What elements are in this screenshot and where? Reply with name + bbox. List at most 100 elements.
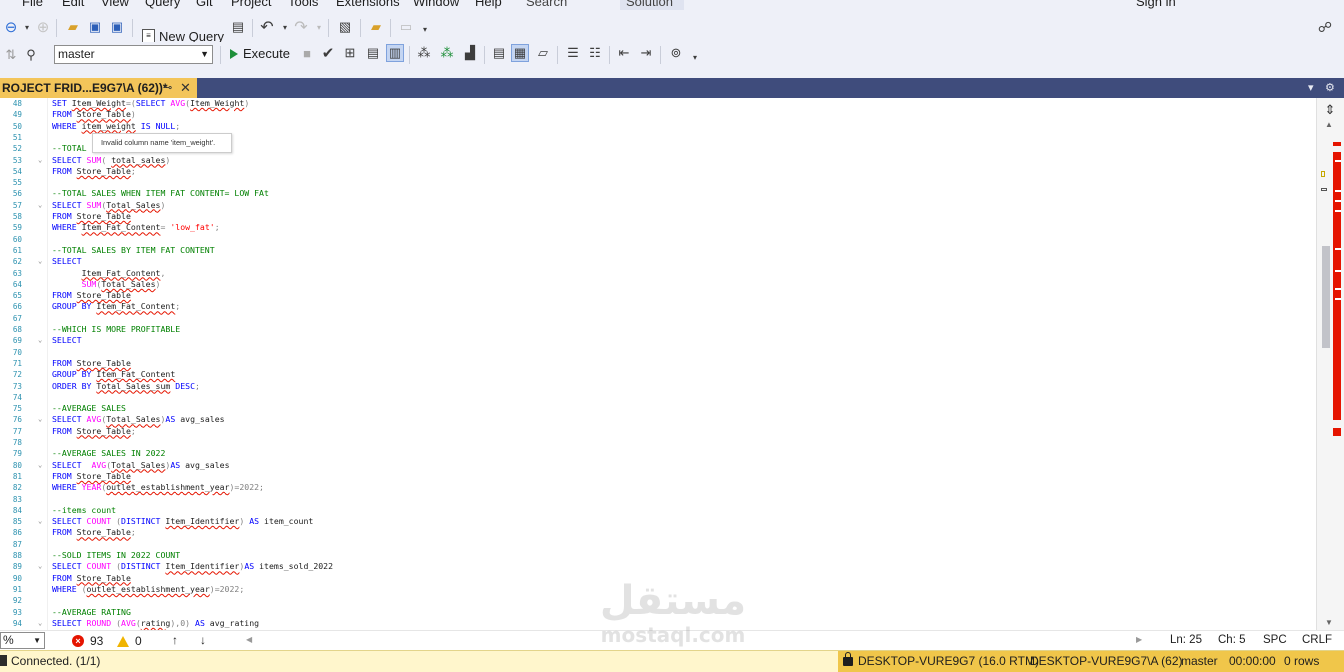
menu-extensions[interactable]: Extensions [336,0,400,9]
code-line[interactable]: 61 --TOTAL SALES BY ITEM FAT CONTENT [0,245,1316,256]
redo-icon[interactable]: ↷ [292,18,310,36]
uncomment-lines-icon[interactable]: ☷ [586,44,604,62]
parse-checkmark-icon[interactable]: ✔ [319,44,337,62]
code-line[interactable]: 58 FROM Store_Table [0,211,1316,222]
results-to-grid-icon[interactable]: ▦ [511,44,529,62]
error-count[interactable]: × 93 [72,634,103,648]
code-line[interactable]: 79 --AVERAGE SALES IN 2022 [0,448,1316,459]
feedback-icon[interactable]: ☍ [1316,18,1334,36]
code-line[interactable]: 92 [0,595,1316,606]
code-line[interactable]: 57 ⌄ SELECT SUM(Total_Sales) [0,200,1316,211]
fold-chevron-icon[interactable]: ⌄ [38,200,42,211]
change-connection-icon[interactable]: ⚲ [22,46,40,64]
zoom-select[interactable]: % ▼ [0,632,45,649]
code-line[interactable]: 84 --items count [0,505,1316,516]
toolbar-options-icon[interactable]: ▾ [686,48,704,66]
query-file-icon[interactable]: ▤ [229,18,247,36]
code-line[interactable]: 85 ⌄ SELECT COUNT (DISTINCT Item_Identifie… [0,516,1316,527]
code-line[interactable]: 73 ORDER BY Total_Sales_sum DESC; [0,381,1316,392]
results-to-text-icon[interactable]: ▤ [490,44,508,62]
fold-chevron-icon[interactable]: ⌄ [38,155,42,166]
sign-in-link[interactable]: Sign in [1136,0,1176,9]
code-line[interactable]: 91 WHERE (outlet_establishment_year)=2022… [0,584,1316,595]
display-plan-icon[interactable]: ⊞ [341,44,359,62]
code-line[interactable]: 90 FROM Store_Table [0,573,1316,584]
code-line[interactable]: 82 WHERE YEAR(outlet_establishment_year)=… [0,482,1316,493]
code-line[interactable]: 78 [0,437,1316,448]
sql-editor[interactable]: 48 SET Item_Weight=(SELECT AVG(Item_Weigh… [0,98,1316,630]
activity-monitor-icon[interactable]: ▧ [336,18,354,36]
menu-view[interactable]: View [101,0,129,9]
code-line[interactable]: 76 ⌄ SELECT AVG(Total_Sales)AS avg_sales [0,414,1316,425]
undo-icon[interactable]: ↶ [258,18,276,36]
increase-indent-icon[interactable]: ⇥ [637,44,655,62]
code-line[interactable]: 64 SUM(Total_Sales) [0,279,1316,290]
code-line[interactable]: 94 ⌄ SELECT ROUND (AVG(rating),0) AS avg_r… [0,618,1316,629]
whitespace-indicator[interactable]: SPC [1263,634,1287,646]
menu-git[interactable]: Git [196,0,213,9]
fold-chevron-icon[interactable]: ⌄ [38,618,42,629]
tab-list-dropdown-icon[interactable]: ▾ [1308,81,1314,94]
scroll-up-icon[interactable]: ▲ [1325,120,1333,129]
menu-file[interactable]: File [22,0,43,9]
cancel-query-icon[interactable]: ■ [298,44,316,62]
fold-chevron-icon[interactable]: ⌄ [38,335,42,346]
code-line[interactable]: 77 FROM Store_Table; [0,426,1316,437]
code-line[interactable]: 70 [0,347,1316,358]
code-line[interactable]: 49 FROM Store_Table) [0,109,1316,120]
menu-window[interactable]: Window [413,0,459,9]
decrease-indent-icon[interactable]: ⇤ [615,44,633,62]
fold-chevron-icon[interactable]: ⌄ [38,561,42,572]
code-line[interactable]: 74 [0,392,1316,403]
code-line[interactable]: 87 [0,539,1316,550]
database-select[interactable]: master ▼ [54,45,213,64]
solution-box[interactable]: Solution [620,0,684,10]
code-line[interactable]: 81 FROM Store_Table [0,471,1316,482]
search-box[interactable]: Search [526,0,567,9]
comment-lines-icon[interactable]: ☰ [564,44,582,62]
intellisense-icon[interactable]: ▥ [386,44,404,62]
vertical-scrollbar[interactable]: ⇕ ▲ ▼ [1316,98,1344,630]
include-plan-icon[interactable]: ⁂ [415,44,433,62]
code-line[interactable]: 83 [0,494,1316,505]
menu-project[interactable]: Project [231,0,271,9]
code-line[interactable]: 93 --AVERAGE RATING [0,607,1316,618]
code-line[interactable]: 67 [0,313,1316,324]
line-ending-indicator[interactable]: CRLF [1302,634,1332,646]
code-line[interactable]: 86 FROM Store_Table; [0,527,1316,538]
code-line[interactable]: 63 Item_Fat_Content, [0,268,1316,279]
toolbar-options-icon[interactable]: ▾ [416,20,434,38]
live-stats-icon[interactable]: ⁂ [438,44,456,62]
save-icon[interactable]: ▣ [86,18,104,36]
previous-issue-icon[interactable]: ↑ [172,633,178,647]
fold-chevron-icon[interactable]: ⌄ [38,256,42,267]
open-folder-icon[interactable]: ▰ [64,18,82,36]
code-line[interactable]: 50 WHERE item_weight IS NULL; [0,121,1316,132]
code-line[interactable]: 88 --SOLD ITEMS IN 2022 COUNT [0,550,1316,561]
code-line[interactable]: 65 FROM Store_Table [0,290,1316,301]
warning-count[interactable]: 0 [117,634,142,648]
scroll-left-icon[interactable]: ◀ [246,635,252,644]
forward-icon[interactable]: ⊕ [34,18,52,36]
code-line[interactable]: 53 ⌄ SELECT SUM( total_sales) [0,155,1316,166]
query-options-icon[interactable]: ▤ [364,44,382,62]
pin-icon[interactable]: ⊸ [163,81,172,94]
object-explorer-icon[interactable]: ▰ [367,18,385,36]
menu-tools[interactable]: Tools [288,0,318,9]
close-icon[interactable]: ✕ [180,80,191,96]
query-document-tab[interactable]: ROJECT FRID...E9G7\A (62))* ⊸ ✕ [0,78,197,98]
connect-icon[interactable]: ⇅ [2,46,20,64]
fold-chevron-icon[interactable]: ⌄ [38,414,42,425]
redo-dropdown-icon[interactable]: ▾ [310,18,328,36]
code-line[interactable]: 60 [0,234,1316,245]
code-line[interactable]: 62 ⌄ SELECT [0,256,1316,267]
execute-button[interactable]: Execute [230,46,290,61]
code-line[interactable]: 89 ⌄ SELECT COUNT (DISTINCT Item_Identifie… [0,561,1316,572]
menu-query[interactable]: Query [145,0,180,9]
save-all-icon[interactable]: ▣ [108,18,126,36]
split-editor-icon[interactable]: ⇕ [1321,101,1339,119]
scroll-down-icon[interactable]: ▼ [1325,618,1333,627]
results-to-file-icon[interactable]: ▱ [534,44,552,62]
menu-edit[interactable]: Edit [62,0,84,9]
next-issue-icon[interactable]: ↓ [200,633,206,647]
